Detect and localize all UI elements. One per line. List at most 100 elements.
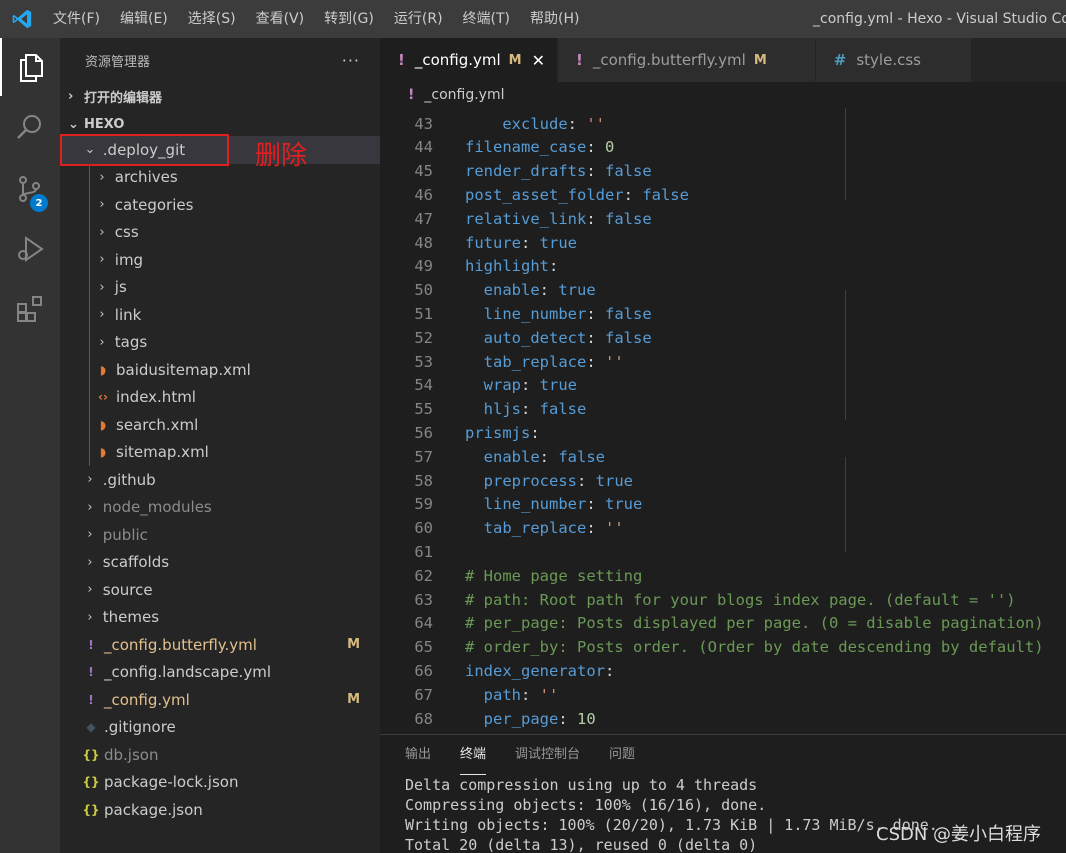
code-token: :: [586, 305, 605, 324]
open-editors-section[interactable]: › 打开的编辑器: [60, 82, 380, 110]
panel-tab[interactable]: 终端: [460, 735, 487, 775]
menu-item[interactable]: 终端(T): [453, 0, 520, 38]
yaml-file-icon: !: [88, 665, 94, 680]
panel-tab[interactable]: 输出: [405, 735, 431, 775]
tree-item-label: index.html: [116, 388, 196, 407]
line-number: 60: [414, 519, 433, 538]
close-icon[interactable]: ✕: [532, 51, 545, 70]
tree-item[interactable]: › css: [60, 218, 380, 246]
code-line: 46 post_asset_folder: false: [380, 183, 1066, 207]
code-token: :: [623, 186, 643, 205]
more-actions-icon[interactable]: ···: [342, 51, 360, 70]
tree-item[interactable]: ◆ .gitignore: [60, 714, 380, 742]
menu-item[interactable]: 文件(F): [43, 0, 110, 38]
tree-item-label: search.xml: [116, 415, 199, 434]
code-token: false: [605, 209, 652, 228]
code-token: :: [586, 209, 605, 228]
editor-tab[interactable]: # style.css: [815, 38, 972, 82]
tree-item[interactable]: › link: [60, 301, 380, 329]
code-token: per_page: [483, 709, 559, 728]
tree-item[interactable]: ◗ search.xml: [60, 411, 380, 439]
breadcrumb[interactable]: ! _config.yml: [380, 82, 1066, 108]
code-token: :: [586, 519, 605, 538]
menu-item[interactable]: 选择(S): [178, 0, 246, 38]
workspace-root-label: HEXO: [84, 116, 125, 132]
menu-item[interactable]: 编辑(E): [110, 0, 178, 38]
tree-item[interactable]: {} package-lock.json: [60, 769, 380, 797]
json-file-icon: {}: [82, 747, 100, 762]
chevron-right-icon: ›: [99, 169, 105, 185]
code-token: true: [558, 281, 596, 300]
scm-badge: 2: [30, 194, 48, 212]
chevron-right-icon: ›: [87, 582, 93, 598]
tree-item-label: _config.yml: [104, 690, 190, 709]
tree-item[interactable]: › node_modules: [60, 494, 380, 522]
explorer-icon[interactable]: [0, 38, 60, 96]
extensions-icon[interactable]: [0, 280, 60, 338]
tree-item[interactable]: ◗ baidusitemap.xml: [60, 356, 380, 384]
line-number: 64: [414, 614, 433, 633]
code-line: 56 prismjs:: [380, 421, 1066, 445]
menu-bar: 文件(F) 编辑(E) 选择(S) 查看(V) 转到(G) 运行(R) 终端(T) 帮助(H): [43, 0, 589, 38]
code-token: '': [605, 352, 624, 371]
tree-item-label: db.json: [104, 745, 159, 764]
code-token: false: [605, 305, 652, 324]
menu-item[interactable]: 运行(R): [384, 0, 453, 38]
json-file-icon: {}: [82, 775, 100, 790]
tree-item[interactable]: {} package.json: [60, 796, 380, 824]
editor-tab[interactable]: ! _config.butterfly.yml M: [558, 38, 816, 82]
code-token: :: [586, 138, 605, 157]
tree-item[interactable]: › archives: [60, 163, 380, 191]
annotation-box: [60, 134, 229, 166]
tree-item[interactable]: › scaffolds: [60, 549, 380, 577]
code-token: preprocess: [483, 471, 577, 490]
tree-item[interactable]: › themes: [60, 604, 380, 632]
tree-item[interactable]: ! _config.landscape.yml: [60, 659, 380, 687]
code-line: 60 tab_replace: '': [380, 516, 1066, 540]
chevron-right-icon: ›: [99, 252, 105, 268]
line-number: 43: [414, 114, 433, 133]
line-number: 57: [414, 447, 433, 466]
tree-item[interactable]: › js: [60, 273, 380, 301]
chevron-right-icon: ›: [99, 197, 105, 213]
run-debug-icon[interactable]: [0, 220, 60, 278]
menu-item[interactable]: 查看(V): [246, 0, 315, 38]
panel-tab[interactable]: 问题: [609, 735, 635, 775]
tree-item[interactable]: {} db.json: [60, 741, 380, 769]
code-token: :: [539, 281, 559, 300]
tree-item[interactable]: › tags: [60, 328, 380, 356]
tree-item[interactable]: › img: [60, 246, 380, 274]
code-editor[interactable]: 42 field: site # Apply to the whole site…: [380, 100, 1066, 734]
search-icon[interactable]: [0, 98, 60, 156]
tree-item[interactable]: ‹› index.html: [60, 383, 380, 411]
tree-item[interactable]: › .github: [60, 466, 380, 494]
panel-tab[interactable]: 调试控制台: [515, 735, 580, 775]
code-token: false: [605, 162, 652, 181]
line-number: 67: [414, 685, 433, 704]
menu-item[interactable]: 帮助(H): [520, 0, 589, 38]
tree-item-label: scaffolds: [102, 553, 170, 572]
code-token: :: [521, 400, 540, 419]
tree-item[interactable]: › source: [60, 576, 380, 604]
tree-item[interactable]: › categories: [60, 191, 380, 219]
code-token: :: [567, 114, 587, 133]
tree-item[interactable]: › public: [60, 521, 380, 549]
editor-tab[interactable]: ! _config.yml M ✕: [380, 38, 559, 82]
code-token: true: [595, 471, 633, 490]
chevron-right-icon: ›: [68, 88, 74, 104]
tree-item[interactable]: ! _config.butterfly.yml M: [60, 631, 380, 659]
tree-item-label: package-lock.json: [104, 773, 239, 792]
source-control-icon[interactable]: 2: [0, 160, 60, 218]
code-token: enable: [483, 447, 540, 466]
tree-item[interactable]: ◗ sitemap.xml: [60, 438, 380, 466]
menu-item[interactable]: 转到(G): [314, 0, 384, 38]
line-number: 55: [414, 400, 433, 419]
code-line: 57 enable: false: [380, 445, 1066, 469]
tree-item[interactable]: ! _config.yml M: [60, 686, 380, 714]
code-token: :: [586, 352, 605, 371]
code-token: 0: [605, 138, 615, 157]
